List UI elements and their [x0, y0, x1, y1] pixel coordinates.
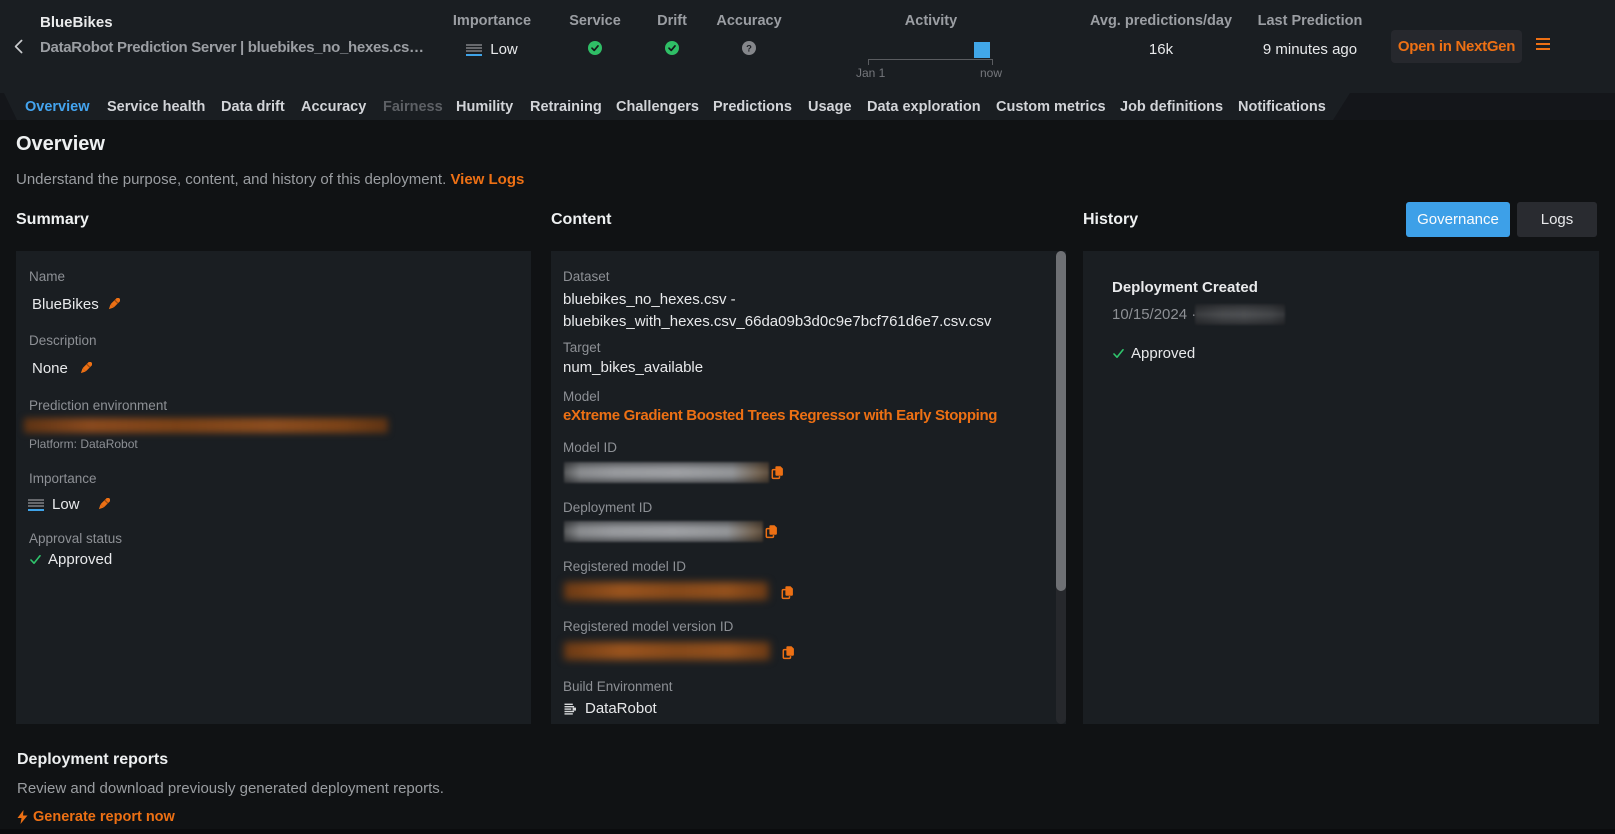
- svg-text:?: ?: [746, 43, 752, 54]
